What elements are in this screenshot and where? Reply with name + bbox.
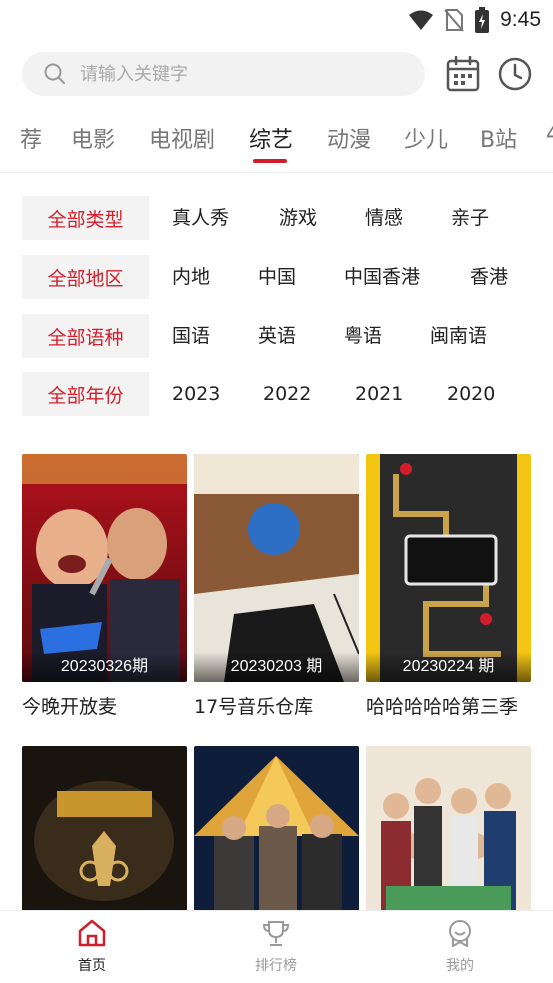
filter-option[interactable]: 2021 <box>355 372 403 416</box>
tab-bilibili[interactable]: B站 <box>480 122 517 154</box>
filter-option[interactable]: 闽南语 <box>430 314 487 358</box>
tab-movies[interactable]: 电影 <box>71 122 115 154</box>
episode-date: 20230326期 <box>22 652 187 682</box>
calendar-icon[interactable] <box>446 56 480 92</box>
wifi-icon <box>409 10 434 30</box>
profile-icon <box>449 920 471 948</box>
nav-label: 我的 <box>446 958 474 974</box>
active-tab-indicator <box>253 159 287 163</box>
show-card[interactable]: 20230326期 今晚开放麦 <box>22 454 187 719</box>
show-card[interactable]: 20230224 期 哈哈哈哈哈第三季 <box>366 454 531 719</box>
filter-all-languages[interactable]: 全部语种 <box>22 314 149 358</box>
filter-option[interactable]: 2022 <box>263 372 311 416</box>
status-icons: 9:45 <box>408 6 541 34</box>
status-time: 9:45 <box>500 8 541 31</box>
nav-label: 首页 <box>78 958 106 974</box>
filter-row-type: 全部类型 真人秀 游戏 情感 亲子 <box>22 196 542 240</box>
poster-image <box>194 746 359 911</box>
filter-option[interactable]: 2023 <box>172 372 220 416</box>
filter-all-types[interactable]: 全部类型 <box>22 196 149 240</box>
show-title[interactable]: 17号音乐仓库 <box>194 692 359 719</box>
filter-option[interactable]: 2020 <box>447 372 495 416</box>
filter-all-years[interactable]: 全部年份 <box>22 372 149 416</box>
nav-home[interactable]: 首页 <box>52 919 132 975</box>
filter-row-language: 全部语种 国语 英语 粤语 闽南语 <box>22 314 542 358</box>
show-card[interactable]: 20230203 期 17号音乐仓库 <box>194 454 359 719</box>
show-poster[interactable] <box>22 746 187 911</box>
poster-image <box>366 454 531 682</box>
show-poster[interactable]: 20230326期 <box>22 454 187 682</box>
episode-date: 20230203 期 <box>194 652 359 682</box>
filter-option[interactable]: 英语 <box>258 314 296 358</box>
home-icon <box>78 919 106 947</box>
show-poster[interactable]: 20230203 期 <box>194 454 359 682</box>
episode-date: 20230224 期 <box>366 652 531 682</box>
filter-option[interactable]: 粤语 <box>344 314 382 358</box>
filter-option[interactable]: 中国 <box>258 255 296 299</box>
filter-option[interactable]: 中国香港 <box>344 255 420 299</box>
search-input[interactable] <box>80 63 380 85</box>
status-bar: 9:45 <box>0 0 553 40</box>
category-tabs: 荐 电影 电视剧 综艺 动漫 少儿 B站 4 <box>0 112 553 168</box>
show-card[interactable] <box>194 746 359 911</box>
filter-option[interactable]: 内地 <box>172 255 210 299</box>
history-clock-icon[interactable] <box>497 56 533 92</box>
search-box[interactable] <box>22 52 425 96</box>
poster-image <box>194 454 359 682</box>
filter-option[interactable]: 亲子 <box>451 196 489 240</box>
filter-option[interactable]: 国语 <box>172 314 210 358</box>
filter-option[interactable]: 香港 <box>470 255 508 299</box>
filter-row-year: 全部年份 2023 2022 2021 2020 <box>22 372 542 416</box>
tab-tv-series[interactable]: 电视剧 <box>149 122 215 154</box>
filter-all-regions[interactable]: 全部地区 <box>22 255 149 299</box>
nav-label: 排行榜 <box>255 958 297 974</box>
nav-profile[interactable]: 我的 <box>420 919 500 975</box>
tab-recommend[interactable]: 荐 <box>20 122 42 154</box>
battery-charging-icon <box>475 7 490 33</box>
show-poster[interactable]: 20230224 期 <box>366 454 531 682</box>
search-icon <box>44 63 65 84</box>
trophy-icon <box>262 921 290 946</box>
filter-option[interactable]: 情感 <box>365 196 403 240</box>
show-title[interactable]: 哈哈哈哈哈第三季 <box>366 692 531 719</box>
bottom-nav: 首页 排行榜 我的 <box>0 910 553 983</box>
divider <box>0 172 553 173</box>
filter-row-region: 全部地区 内地 中国 中国香港 香港 <box>22 255 542 299</box>
show-card[interactable] <box>366 746 531 911</box>
show-poster[interactable] <box>194 746 359 911</box>
tab-anime[interactable]: 动漫 <box>327 122 371 154</box>
poster-image <box>366 746 531 911</box>
show-title[interactable]: 今晚开放麦 <box>22 692 187 719</box>
search-row <box>22 52 542 96</box>
tab-kids[interactable]: 少儿 <box>404 122 448 154</box>
poster-image <box>22 746 187 911</box>
show-poster[interactable] <box>366 746 531 911</box>
nav-ranking[interactable]: 排行榜 <box>236 919 316 975</box>
no-sim-icon <box>444 9 464 32</box>
show-card[interactable] <box>22 746 187 911</box>
poster-image <box>22 454 187 682</box>
tab-more[interactable]: 4 <box>546 122 553 147</box>
filter-option[interactable]: 游戏 <box>279 196 317 240</box>
tab-variety[interactable]: 综艺 <box>249 122 293 154</box>
filter-option[interactable]: 真人秀 <box>172 196 229 240</box>
